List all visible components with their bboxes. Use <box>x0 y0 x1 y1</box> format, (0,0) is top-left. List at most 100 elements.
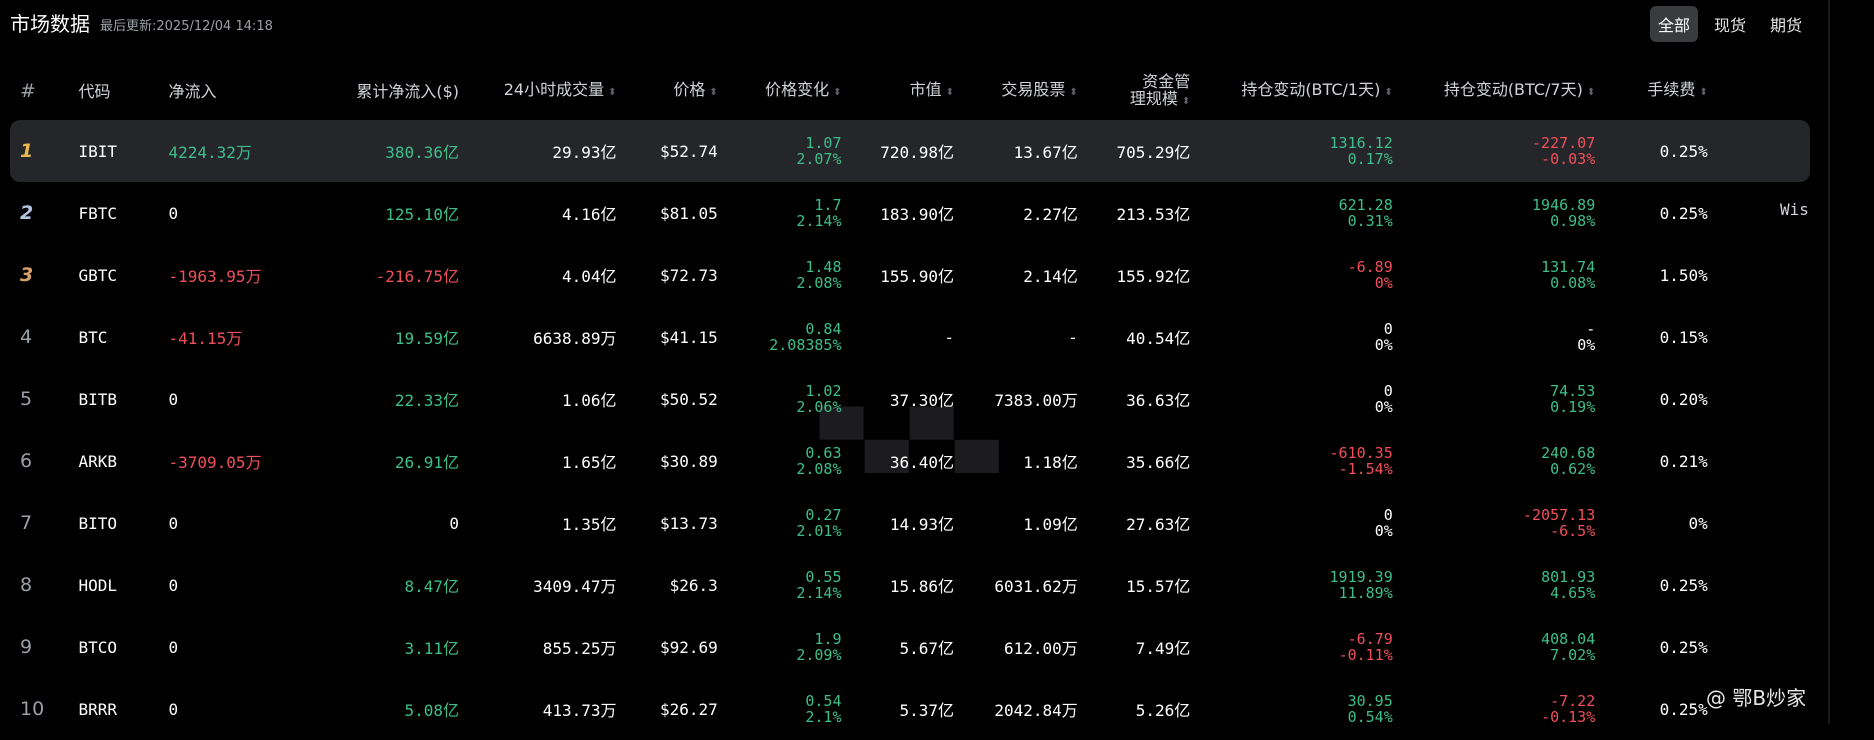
table-row[interactable]: 1 IBIT 4224.32万 380.36亿 29.93亿 $52.74 1.07 2.07… <box>10 120 1810 182</box>
hold-7d-cell: 240.68 0.62% <box>1541 444 1596 478</box>
filter-futures[interactable]: 期货 <box>1762 6 1810 42</box>
volume-cell: 413.73万 <box>542 701 617 720</box>
table-row[interactable]: 2 FBTC 0 125.10亿 4.16亿 $81.05 1.7 2.14% 183.90亿 2… <box>10 182 1810 244</box>
hold-7d-cell: 408.04 7.02% <box>1541 630 1596 664</box>
col-price-change[interactable]: 价格变化 ⬍ <box>719 62 843 120</box>
watermark: @ 鄂B炒家 <box>1706 686 1807 710</box>
code-cell[interactable]: BTC <box>78 306 168 368</box>
fee-cell: 0.20% <box>1659 389 1708 409</box>
cum-netflow-cell: 125.10亿 <box>385 205 459 224</box>
col-mcap[interactable]: 市值 ⬍ <box>843 62 956 120</box>
hold-7d-cell: -2057.13 -6.5% <box>1523 506 1596 540</box>
price-change-cell: 1.9 2.09% <box>796 630 842 664</box>
rank-cell: 1 <box>10 120 78 182</box>
hold-7d-cell: -7.22 -0.13% <box>1541 692 1596 726</box>
code-cell[interactable]: FBTC <box>78 182 168 244</box>
price-cell: $13.73 <box>659 513 718 533</box>
sort-icon[interactable]: ⬍ <box>1587 87 1595 98</box>
aum-cell: 213.53亿 <box>1116 205 1191 224</box>
netflow-cell: -3709.05万 <box>168 453 262 472</box>
cum-netflow-cell: 0 <box>449 513 459 533</box>
sort-icon[interactable]: ⬍ <box>1384 87 1392 98</box>
filter-all[interactable]: 全部 <box>1650 6 1699 42</box>
sort-icon[interactable]: ⬍ <box>1182 96 1190 107</box>
price-change-cell: 0.84 2.08385% <box>769 320 842 354</box>
mcap-cell: - <box>944 327 954 347</box>
table-row[interactable]: 6 ARKB -3709.05万 26.91亿 1.65亿 $30.89 0.63 2.08%… <box>10 430 1810 492</box>
aum-cell: 35.66亿 <box>1126 453 1191 472</box>
netflow-cell: 0 <box>168 389 179 409</box>
col-price[interactable]: 价格 ⬍ <box>618 62 719 120</box>
rank-cell: 8 <box>20 574 33 596</box>
table-row[interactable]: 9 BTCO 0 3.11亿 855.25万 $92.69 1.9 2.09% 5.67亿 612… <box>10 616 1810 678</box>
mcap-cell: 5.67亿 <box>899 639 954 658</box>
sort-icon[interactable]: ⬍ <box>833 87 841 98</box>
code-cell[interactable]: GBTC <box>78 244 168 306</box>
shares-cell: 2.14亿 <box>1023 267 1078 286</box>
rank-cell: 4 <box>20 326 33 348</box>
col-volume[interactable]: 24小时成交量 ⬍ <box>460 62 618 120</box>
netflow-cell: 0 <box>168 637 179 657</box>
aum-cell: 40.54亿 <box>1126 329 1191 348</box>
volume-cell: 1.35亿 <box>561 515 617 534</box>
sort-icon[interactable]: ⬍ <box>709 87 717 98</box>
mcap-cell: 5.37亿 <box>899 701 954 720</box>
shares-cell: 7383.00万 <box>994 391 1078 410</box>
col-rank: # <box>20 79 36 102</box>
hold-1d-cell: 1316.12 0.17% <box>1191 120 1394 182</box>
sort-icon[interactable]: ⬍ <box>1069 87 1077 98</box>
spacer-cell <box>1709 554 1810 616</box>
fee-cell: 0.25% <box>1596 120 1709 182</box>
spacer-cell <box>1708 120 1810 182</box>
sort-icon[interactable]: ⬍ <box>608 87 616 98</box>
code-cell[interactable]: IBIT <box>77 120 168 182</box>
aum-cell: 7.49亿 <box>1135 639 1191 658</box>
code-cell[interactable]: BTCO <box>78 616 168 678</box>
col-hold-7d[interactable]: 持仓变动(BTC/7天) ⬍ <box>1394 62 1597 120</box>
aum-cell: 155.92亿 <box>1116 267 1191 286</box>
sort-icon[interactable]: ⬍ <box>946 87 954 98</box>
mcap-cell: 37.30亿 <box>889 391 954 410</box>
filter-tabs: 全部 现货 期货 <box>1650 6 1810 42</box>
hold-7d-cell: 1946.89 0.98% <box>1532 196 1596 230</box>
table-row[interactable]: 8 HODL 0 8.47亿 3409.47万 $26.3 0.55 2.14% 15.86亿 6… <box>10 554 1810 616</box>
table-row[interactable]: 4 BTC -41.15万 19.59亿 6638.89万 $41.15 0.84 2.083… <box>10 306 1810 368</box>
col-aum[interactable]: 资金管 理规模 ⬍ <box>1079 62 1192 120</box>
rank-cell: 6 <box>20 450 33 472</box>
sort-icon[interactable]: ⬍ <box>1699 87 1707 98</box>
price-cell: $41.15 <box>659 327 718 347</box>
table-row[interactable]: 5 BITB 0 22.33亿 1.06亿 $50.52 1.02 2.06% 37.30亿 73… <box>10 368 1810 430</box>
table-row[interactable]: 10 BRRR 0 5.08亿 413.73万 $26.27 0.54 2.1% 5.37亿 20… <box>10 678 1810 740</box>
col-cum-netflow[interactable]: 累计净流入($) <box>303 62 461 120</box>
filter-spot[interactable]: 现货 <box>1706 6 1754 42</box>
table-row[interactable]: 3 GBTC -1963.95万 -216.75亿 4.04亿 $72.73 1.48 2.0… <box>10 244 1810 306</box>
price-cell: $26.3 <box>669 575 718 595</box>
volume-cell: 1.06亿 <box>561 391 617 410</box>
hold-1d-cell: 0 0% <box>1374 320 1393 354</box>
code-cell[interactable]: BITB <box>78 368 168 430</box>
rank-cell: 7 <box>20 512 33 534</box>
table-row[interactable]: 7 BITO 0 0 1.35亿 $13.73 0.27 2.01% 14.93亿 1.09亿 27… <box>10 492 1810 554</box>
col-hold-1d[interactable]: 持仓变动(BTC/1天) ⬍ <box>1191 62 1394 120</box>
price-cell: $26.27 <box>659 699 718 719</box>
cum-netflow-cell: 380.36亿 <box>302 120 460 182</box>
code-cell[interactable]: HODL <box>78 554 168 616</box>
code-cell[interactable]: BRRR <box>78 678 168 740</box>
code-cell[interactable]: BITO <box>78 492 168 554</box>
code-cell[interactable]: ARKB <box>78 430 168 492</box>
netflow-cell: 4224.32万 <box>167 120 303 182</box>
spacer-cell <box>1709 616 1810 678</box>
hold-1d-cell: -6.89 0% <box>1347 258 1393 292</box>
col-shares[interactable]: 交易股票 ⬍ <box>955 62 1079 120</box>
col-fee[interactable]: 手续费 ⬍ <box>1596 62 1709 120</box>
hold-1d-cell: 0 0% <box>1374 506 1393 540</box>
price-change-cell: 0.63 2.08% <box>796 444 842 478</box>
netflow-cell: -1963.95万 <box>168 267 262 286</box>
col-netflow[interactable]: 净流入 <box>168 62 303 120</box>
page-title: 市场数据 <box>10 12 90 36</box>
fee-cell: 1.50% <box>1659 265 1708 285</box>
mcap-cell: 720.98亿 <box>842 120 955 182</box>
price-change-cell: 1.07 2.07% <box>718 120 843 182</box>
hold-7d-cell: 74.53 0.19% <box>1550 382 1596 416</box>
table-header-row: # 代码 净流入 累计净流入($) 24小时成交量 ⬍ 价格 ⬍ 价格变化 ⬍ 市值 ⬍… <box>10 62 1810 120</box>
